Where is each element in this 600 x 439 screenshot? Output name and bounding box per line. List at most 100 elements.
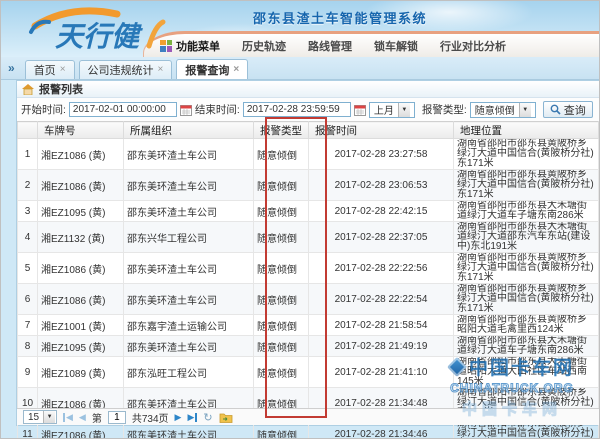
chevron-down-icon: ▼ bbox=[398, 103, 410, 117]
page-size-select[interactable]: 15 ▼ bbox=[23, 410, 57, 424]
row-alarm-type: 随意倾倒 bbox=[254, 170, 309, 201]
first-page-button[interactable]: ◀ bbox=[63, 413, 73, 422]
row-org: 邵东美环渣土车公司 bbox=[124, 201, 254, 222]
row-alarm-time: 2017-02-28 22:22:54 bbox=[309, 284, 454, 315]
row-plate: 湘EZ1001 (黄) bbox=[38, 315, 124, 336]
refresh-icon[interactable]: ↻ bbox=[203, 411, 212, 424]
table-row[interactable]: 5 湘EZ1086 (黄) 邵东美环渣土车公司 随意倾倒 2017-02-28 … bbox=[18, 253, 599, 284]
range-select[interactable]: 上月 ▼ bbox=[369, 102, 415, 118]
row-location: 湖南省邵阳市邵东县大禾塘街道绿汀大道邵东汽车东站(建设中)东北191米 bbox=[454, 222, 599, 253]
row-alarm-type: 随意倾倒 bbox=[254, 357, 309, 388]
alarm-panel: 报警列表 开始时间: 结束时间: 上月 ▼ 报警类型: 随意倾倒 ▼ bbox=[16, 80, 600, 426]
row-plate: 湘EZ1086 (黄) bbox=[38, 284, 124, 315]
row-plate: 湘EZ1086 (黄) bbox=[38, 170, 124, 201]
tianxingjian-logo: 天行健 bbox=[21, 2, 191, 56]
next-page-button[interactable]: ▶ bbox=[175, 413, 182, 422]
table-row[interactable]: 8 湘EZ1095 (黄) 邵东美环渣土车公司 随意倾倒 2017-02-28 … bbox=[18, 336, 599, 357]
menu-item-4[interactable]: 锁车解锁 bbox=[374, 38, 418, 54]
row-index: 1 bbox=[18, 139, 38, 170]
row-location: 湖南省邵阳市邵东县黄陂桥乡昭阳大道毛禽里西124米 bbox=[454, 315, 599, 336]
menu-bar: 功能菜单 历史轨迹 路线管理 锁车解锁 行业对比分析 bbox=[143, 31, 599, 57]
total-pages-label: 共734页 bbox=[132, 410, 169, 425]
alarm-type-select-value: 随意倾倒 bbox=[475, 102, 515, 117]
row-location: 湖南省邵阳市邵东县黄陂桥乡绿汀大道中国信合(黄陂桥分社)东171米 bbox=[454, 139, 599, 170]
row-index: 6 bbox=[18, 284, 38, 315]
export-icon[interactable] bbox=[219, 412, 233, 423]
calendar-icon[interactable] bbox=[354, 104, 366, 116]
row-org: 邵东美环渣土车公司 bbox=[124, 170, 254, 201]
menu-item-label: 锁车解锁 bbox=[374, 38, 418, 54]
sidebar-expand-button[interactable]: » bbox=[8, 61, 15, 75]
section-title: 报警列表 bbox=[39, 81, 83, 97]
row-alarm-type: 随意倾倒 bbox=[254, 253, 309, 284]
row-org: 邵东美环渣土车公司 bbox=[124, 139, 254, 170]
table-row[interactable]: 4 湘EZ1132 (黄) 邵东兴华工程公司 随意倾倒 2017-02-28 2… bbox=[18, 222, 599, 253]
menu-item-label: 路线管理 bbox=[308, 38, 352, 54]
end-time-input[interactable] bbox=[243, 102, 351, 117]
row-index: 8 bbox=[18, 336, 38, 357]
table-row[interactable]: 1 湘EZ1086 (黄) 邵东美环渣土车公司 随意倾倒 2017-02-28 … bbox=[18, 139, 599, 170]
row-org: 邵东嘉宇渣土运输公司 bbox=[124, 315, 254, 336]
search-icon bbox=[550, 104, 561, 115]
row-alarm-time: 2017-02-28 21:41:10 bbox=[309, 357, 454, 388]
col-alarm-time: 报警时间 bbox=[309, 122, 454, 139]
tab-close-icon[interactable]: × bbox=[158, 65, 164, 75]
tab-close-icon[interactable]: × bbox=[233, 65, 239, 75]
table-row[interactable]: 3 湘EZ1095 (黄) 邵东美环渣土车公司 随意倾倒 2017-02-28 … bbox=[18, 201, 599, 222]
calendar-icon[interactable] bbox=[180, 104, 192, 116]
chevron-down-icon: ▼ bbox=[519, 103, 531, 117]
last-page-button[interactable]: ▶ bbox=[187, 413, 197, 422]
tab[interactable]: 公司违规统计 × bbox=[79, 60, 173, 79]
row-alarm-time: 2017-02-28 22:37:05 bbox=[309, 222, 454, 253]
row-plate: 湘EZ1095 (黄) bbox=[38, 201, 124, 222]
row-alarm-type: 随意倾倒 bbox=[254, 284, 309, 315]
alarm-type-select[interactable]: 随意倾倒 ▼ bbox=[470, 102, 536, 118]
menu-item-5[interactable]: 行业对比分析 bbox=[440, 38, 506, 54]
tab-bar: » 首页 × 公司违规统计 × 报警查询 × bbox=[1, 57, 599, 80]
row-plate: 湘EZ1132 (黄) bbox=[38, 222, 124, 253]
row-index: 3 bbox=[18, 201, 38, 222]
tab-label: 公司违规统计 bbox=[88, 62, 154, 78]
table-row[interactable]: 7 湘EZ1001 (黄) 邵东嘉宇渣土运输公司 随意倾倒 2017-02-28… bbox=[18, 315, 599, 336]
row-alarm-type: 随意倾倒 bbox=[254, 139, 309, 170]
search-button-label: 查询 bbox=[564, 102, 586, 118]
menu-item-label: 历史轨迹 bbox=[242, 38, 286, 54]
row-org: 邵东泓旺工程公司 bbox=[124, 357, 254, 388]
table-row[interactable]: 9 湘EZ1089 (黄) 邵东泓旺工程公司 随意倾倒 2017-02-28 2… bbox=[18, 357, 599, 388]
table-row[interactable]: 6 湘EZ1086 (黄) 邵东美环渣土车公司 随意倾倒 2017-02-28 … bbox=[18, 284, 599, 315]
row-location: 湖南省邵阳市邵东县黄陂桥乡绿汀大道中国信合(黄陂桥分社)东171米 bbox=[454, 170, 599, 201]
start-time-label: 开始时间: bbox=[21, 102, 66, 117]
tab[interactable]: 报警查询 × bbox=[176, 59, 248, 79]
row-index: 2 bbox=[18, 170, 38, 201]
app-window: 天行健 邵东县渣土车智能管理系统 功能菜单 历史轨迹 路线管理 锁车解锁 行业对… bbox=[0, 0, 600, 439]
col-location: 地理位置 bbox=[454, 122, 599, 139]
row-index: 5 bbox=[18, 253, 38, 284]
tab-close-icon[interactable]: × bbox=[60, 65, 66, 75]
page-number-input[interactable] bbox=[108, 411, 126, 424]
col-org: 所属组织 bbox=[124, 122, 254, 139]
menu-item-2[interactable]: 历史轨迹 bbox=[242, 38, 286, 54]
section-header: 报警列表 bbox=[17, 81, 599, 98]
start-time-input[interactable] bbox=[69, 102, 177, 117]
menu-item-3[interactable]: 路线管理 bbox=[308, 38, 352, 54]
row-index: 7 bbox=[18, 315, 38, 336]
page-size-value: 15 bbox=[28, 412, 39, 423]
row-alarm-time: 2017-02-28 21:49:19 bbox=[309, 336, 454, 357]
prev-page-button[interactable]: ◀ bbox=[79, 413, 86, 422]
table-row[interactable]: 2 湘EZ1086 (黄) 邵东美环渣土车公司 随意倾倒 2017-02-28 … bbox=[18, 170, 599, 201]
row-location: 湖南省邵阳市邵东县大禾塘街道昭阳大道大田社区车站西南145米 bbox=[454, 357, 599, 388]
alarm-type-label: 报警类型: bbox=[422, 102, 467, 117]
col-alarm-type: 报警类型 bbox=[254, 122, 309, 139]
row-alarm-type: 随意倾倒 bbox=[254, 222, 309, 253]
search-button[interactable]: 查询 bbox=[543, 101, 593, 118]
logo-text: 天行健 bbox=[55, 21, 143, 52]
col-index bbox=[18, 122, 38, 139]
page-title: 邵东县渣土车智能管理系统 bbox=[253, 8, 427, 27]
pagination-bar: 15 ▼ ◀ ◀ 第 共734页 ▶ ▶ ↻ bbox=[17, 408, 599, 425]
tab[interactable]: 首页 × bbox=[25, 60, 75, 79]
row-plate: 湘EZ1086 (黄) bbox=[38, 139, 124, 170]
home-icon bbox=[22, 84, 34, 95]
row-alarm-time: 2017-02-28 23:06:53 bbox=[309, 170, 454, 201]
col-plate: 车牌号 bbox=[38, 122, 124, 139]
row-index: 4 bbox=[18, 222, 38, 253]
